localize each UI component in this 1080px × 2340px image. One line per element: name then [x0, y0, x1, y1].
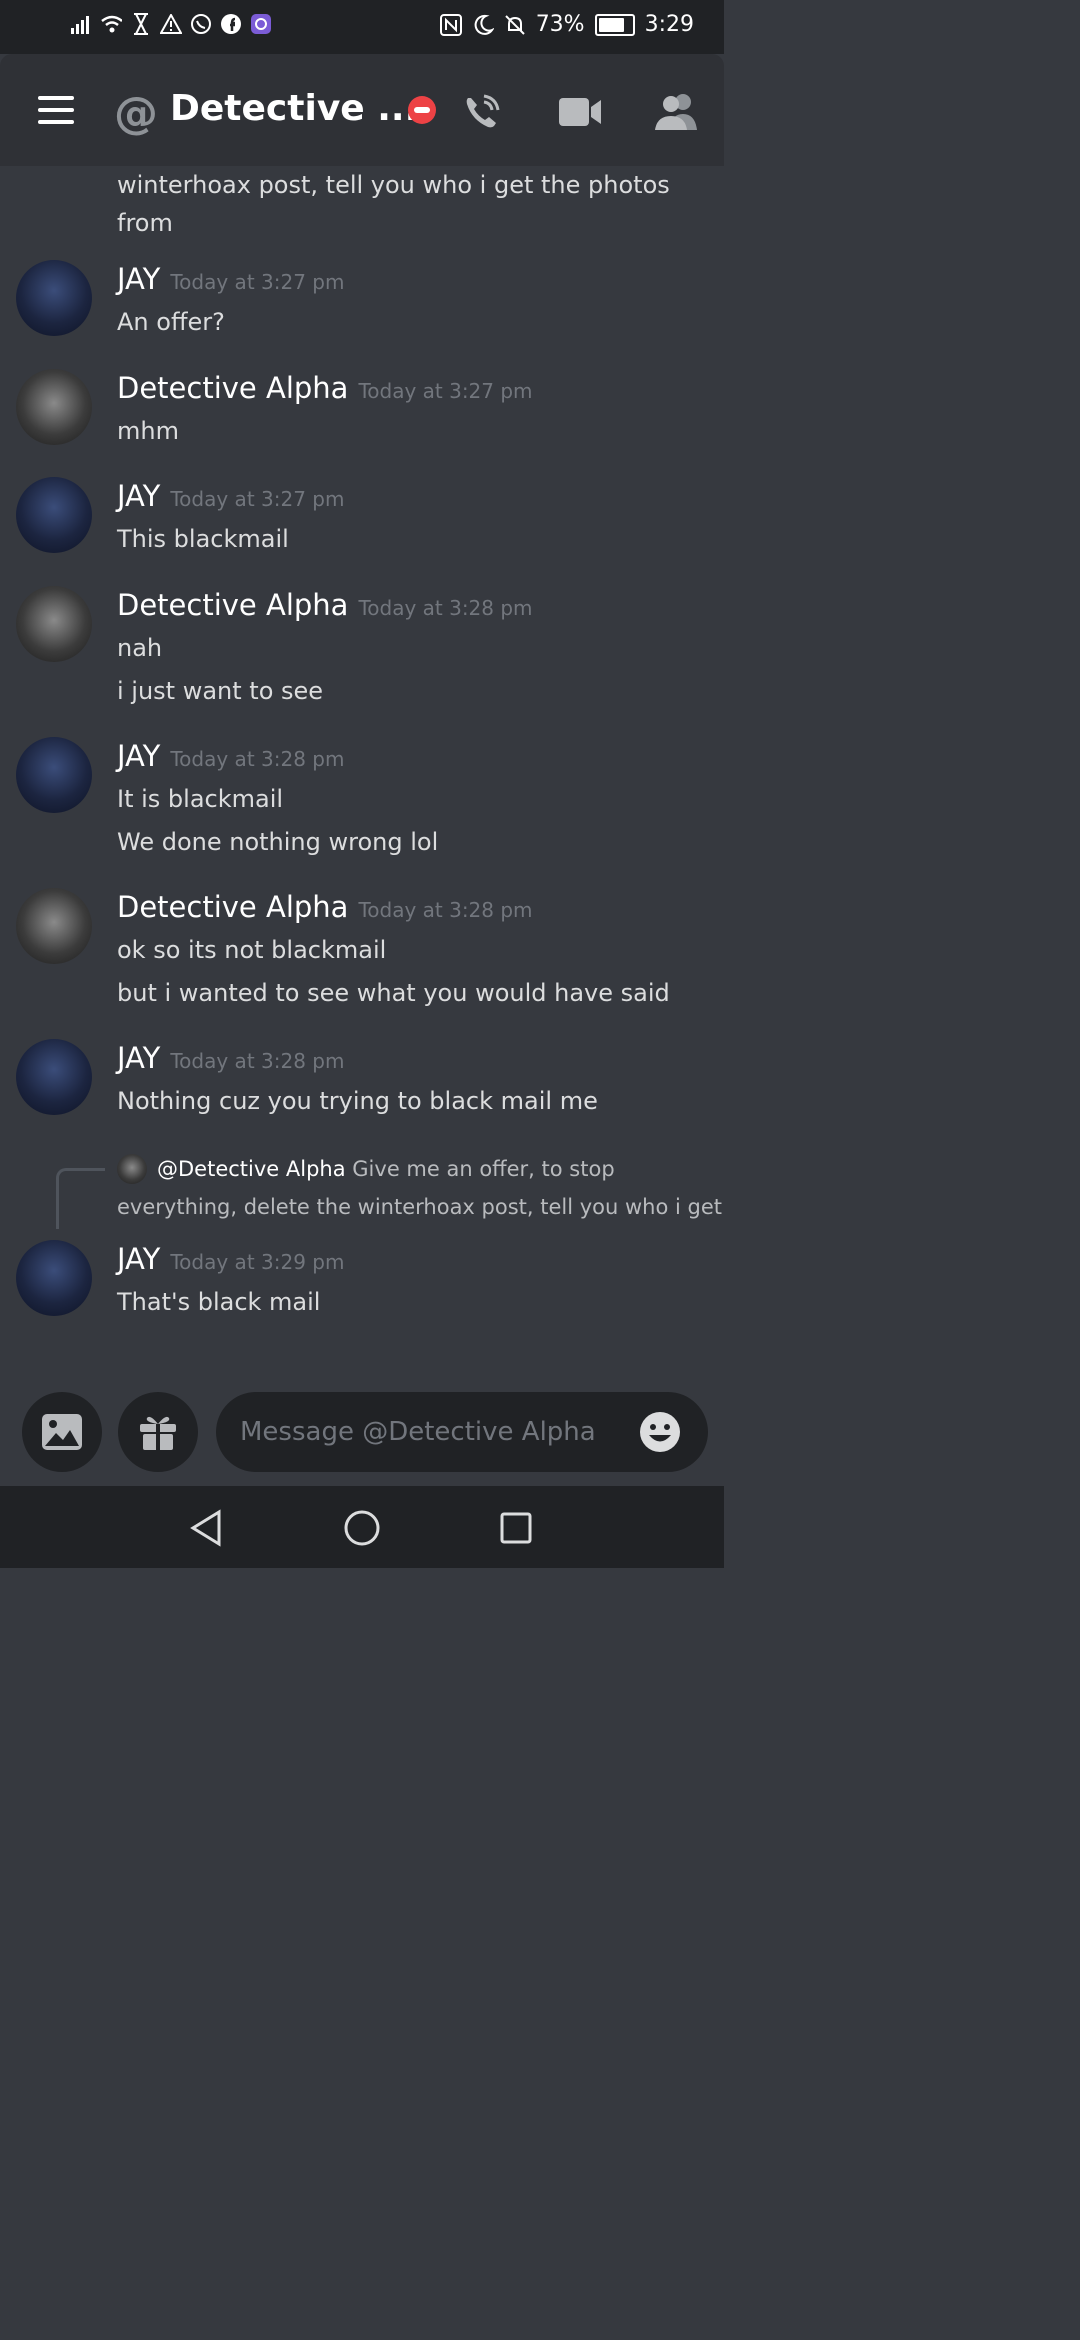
hourglass-icon: [130, 12, 152, 36]
message-text: That's black mail: [117, 1288, 321, 1316]
message-timestamp: Today at 3:27 pm: [170, 270, 345, 294]
avatar[interactable]: [16, 1039, 92, 1115]
video-icon[interactable]: [556, 88, 604, 136]
message-timestamp: Today at 3:29 pm: [170, 1250, 345, 1274]
message-text: but i wanted to see what you would have …: [117, 979, 670, 1007]
dnd-status-icon: [408, 96, 436, 124]
signal-icon: [70, 12, 92, 36]
message-continuation: winterhoax post, tell you who i get the …: [117, 171, 670, 237]
message-timestamp: Today at 3:28 pm: [170, 1049, 345, 1073]
message-text: nah: [117, 634, 163, 662]
message-author[interactable]: Detective Alpha Today at 3:27 pm: [117, 371, 533, 405]
message-timestamp: Today at 3:28 pm: [358, 596, 533, 620]
message-author[interactable]: JAY Today at 3:27 pm: [117, 262, 344, 296]
call-icon[interactable]: [458, 88, 506, 136]
reply-preview-text[interactable]: everything, delete the winterhoax post, …: [117, 1195, 722, 1219]
message-timestamp: Today at 3:27 pm: [358, 379, 533, 403]
facebook-icon: [220, 12, 242, 36]
whatsapp-icon: [190, 12, 212, 36]
gift-icon: [140, 1416, 176, 1450]
back-icon[interactable]: [186, 1508, 226, 1548]
app-notification-icon: [250, 12, 272, 36]
wifi-icon: [100, 12, 122, 36]
message-text: It is blackmail: [117, 785, 284, 813]
battery-icon: [594, 13, 635, 36]
message-text: This blackmail: [117, 525, 289, 553]
message-author[interactable]: JAY Today at 3:29 pm: [117, 1242, 344, 1276]
mute-bell-icon: [504, 13, 526, 37]
message-text: mhm: [117, 417, 179, 445]
message-text: ok so its not blackmail: [117, 936, 387, 964]
image-upload-button[interactable]: [22, 1392, 102, 1472]
message-list[interactable]: winterhoax post, tell you who i get the …: [0, 166, 724, 1386]
message-text: An offer?: [117, 308, 225, 336]
avatar[interactable]: [16, 586, 92, 662]
status-bar: 73% 3:29: [0, 0, 724, 54]
menu-icon[interactable]: [38, 96, 74, 124]
avatar[interactable]: [16, 369, 92, 445]
image-icon: [42, 1414, 82, 1450]
message-author[interactable]: JAY Today at 3:28 pm: [117, 1041, 344, 1075]
reply-avatar: [117, 1154, 147, 1184]
message-timestamp: Today at 3:28 pm: [170, 747, 345, 771]
message-author[interactable]: JAY Today at 3:28 pm: [117, 739, 344, 773]
avatar[interactable]: [16, 737, 92, 813]
reply-connector: [56, 1168, 105, 1229]
composer: [0, 1386, 724, 1486]
avatar[interactable]: [16, 888, 92, 964]
message-author[interactable]: Detective Alpha Today at 3:28 pm: [117, 890, 533, 924]
message-text: i just want to see: [117, 677, 324, 705]
page-title[interactable]: Detective ...: [170, 88, 418, 129]
recents-icon[interactable]: [496, 1508, 536, 1548]
message-text: We done nothing wrong lol: [117, 828, 439, 856]
avatar[interactable]: [16, 260, 92, 336]
emoji-icon[interactable]: [638, 1410, 682, 1454]
moon-icon: [472, 13, 494, 37]
message-timestamp: Today at 3:27 pm: [170, 487, 345, 511]
avatar[interactable]: [16, 477, 92, 553]
avatar[interactable]: [16, 1240, 92, 1316]
nfc-icon: [439, 13, 462, 37]
clock: 3:29: [644, 12, 694, 37]
channel-header: @ Detective ...: [0, 54, 724, 166]
message-author[interactable]: JAY Today at 3:27 pm: [117, 479, 344, 513]
members-icon[interactable]: [652, 88, 700, 136]
message-input[interactable]: [216, 1392, 708, 1472]
battery-percent: 73%: [535, 12, 585, 37]
reply-reference[interactable]: @Detective Alpha Give me an offer, to st…: [157, 1157, 615, 1181]
message-text: Nothing cuz you trying to black mail me: [117, 1087, 598, 1115]
system-nav-bar: [0, 1486, 724, 1568]
warning-icon: [160, 12, 182, 36]
home-icon[interactable]: [342, 1508, 382, 1548]
message-author[interactable]: Detective Alpha Today at 3:28 pm: [117, 588, 533, 622]
at-icon: @: [114, 88, 158, 139]
message-timestamp: Today at 3:28 pm: [358, 898, 533, 922]
gift-button[interactable]: [118, 1392, 198, 1472]
